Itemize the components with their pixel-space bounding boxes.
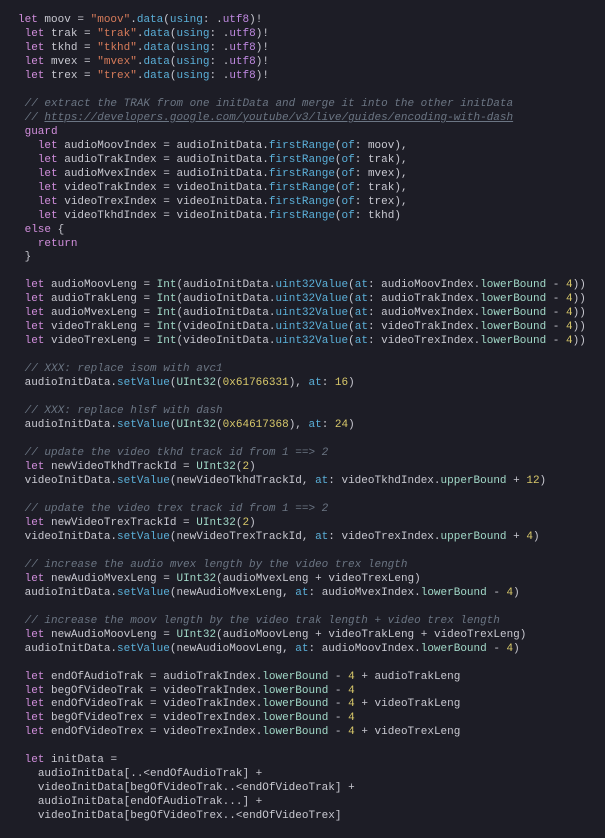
doc-url[interactable]: https://developers.google.com/youtube/v3… [44,112,513,124]
code-block: let moov = "moov".data(using: .utf8)! le… [0,0,605,838]
